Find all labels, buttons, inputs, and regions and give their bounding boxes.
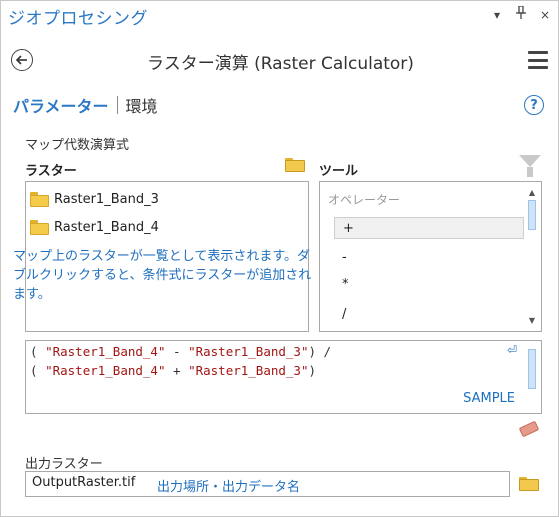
operator-token: - bbox=[165, 344, 189, 359]
tab-divider bbox=[116, 96, 118, 114]
paren-open: ( bbox=[30, 363, 46, 378]
operators-header: オペレーター bbox=[328, 193, 401, 207]
pane-title: ジオプロセシング bbox=[8, 9, 148, 29]
raster-name: Raster1_Band_3 bbox=[54, 191, 159, 207]
expression-line-1: ( "Raster1_Band_4" - "Raster1_Band_3") / bbox=[30, 344, 331, 359]
scroll-thumb[interactable] bbox=[528, 200, 536, 230]
parameter-tabs: パラメーター 環境 bbox=[13, 93, 158, 117]
tool-header: ラスター演算 (Raster Calculator) bbox=[1, 41, 559, 81]
filter-icon[interactable] bbox=[519, 155, 541, 179]
operator-divide[interactable]: / bbox=[334, 304, 524, 326]
raster-list-annotation: マップ上のラスターが一覧として表示されます。ダブルクリックすると、条件式にラスタ… bbox=[13, 249, 312, 302]
browse-folder-icon[interactable] bbox=[519, 477, 539, 491]
browse-folder-icon[interactable] bbox=[285, 158, 305, 172]
raster-reference: "Raster1_Band_3" bbox=[188, 363, 309, 378]
help-icon[interactable]: ? bbox=[524, 95, 544, 115]
raster-folder-icon bbox=[30, 191, 49, 207]
expression-scrollbar[interactable] bbox=[527, 349, 537, 409]
eraser-icon[interactable] bbox=[518, 420, 540, 438]
tab-parameters[interactable]: パラメーター bbox=[13, 93, 109, 117]
scroll-down-icon[interactable]: ▼ bbox=[527, 316, 537, 326]
operator-list[interactable]: オペレーター + - * / ▲ ▼ bbox=[319, 181, 542, 332]
operator-minus[interactable]: - bbox=[334, 247, 524, 269]
scroll-up-icon[interactable]: ▲ bbox=[527, 188, 537, 198]
paren-close: ) / bbox=[308, 344, 332, 359]
paren-close: ) bbox=[308, 363, 317, 378]
hamburger-menu-icon[interactable] bbox=[528, 51, 548, 69]
output-raster-label: 出力ラスター bbox=[25, 457, 103, 472]
tools-label: ツール bbox=[319, 164, 359, 179]
raster-reference: "Raster1_Band_4" bbox=[45, 363, 166, 378]
map-algebra-label: マップ代数演算式 bbox=[25, 138, 130, 153]
operator-token: + bbox=[165, 363, 189, 378]
pin-icon[interactable] bbox=[514, 5, 528, 23]
expression-editor[interactable]: ( "Raster1_Band_4" - "Raster1_Band_3") /… bbox=[25, 340, 542, 414]
geoprocessing-pane: ジオプロセシング ▾ × ラスター演算 (Raster Calculator) … bbox=[0, 0, 559, 517]
raster-name: Raster1_Band_4 bbox=[54, 219, 159, 235]
list-item[interactable]: Raster1_Band_3 bbox=[30, 189, 159, 209]
output-field-annotation: 出力場所・出力データ名 bbox=[157, 480, 301, 495]
expression-line-2: ( "Raster1_Band_4" + "Raster1_Band_3") bbox=[30, 363, 316, 378]
word-wrap-icon[interactable]: ⏎ bbox=[507, 343, 517, 357]
raster-reference: "Raster1_Band_3" bbox=[188, 344, 309, 359]
list-item[interactable]: Raster1_Band_4 bbox=[30, 217, 159, 237]
tool-title: ラスター演算 (Raster Calculator) bbox=[147, 54, 414, 74]
raster-reference: "Raster1_Band_4" bbox=[45, 344, 166, 359]
paren-open: ( bbox=[30, 344, 46, 359]
tab-environments[interactable]: 環境 bbox=[126, 93, 158, 117]
operator-plus[interactable]: + bbox=[334, 217, 524, 239]
close-icon[interactable]: × bbox=[538, 7, 552, 23]
pane-title-bar: ジオプロセシング ▾ × bbox=[1, 1, 559, 29]
sample-label: SAMPLE bbox=[463, 391, 515, 406]
pane-controls: ▾ × bbox=[490, 5, 552, 23]
operator-scrollbar[interactable]: ▲ ▼ bbox=[527, 188, 537, 328]
rasters-label: ラスター bbox=[25, 164, 77, 179]
operator-multiply[interactable]: * bbox=[334, 274, 524, 296]
scroll-thumb[interactable] bbox=[528, 349, 536, 389]
raster-folder-icon bbox=[30, 219, 49, 235]
pane-options-dropdown-icon[interactable]: ▾ bbox=[490, 7, 504, 23]
